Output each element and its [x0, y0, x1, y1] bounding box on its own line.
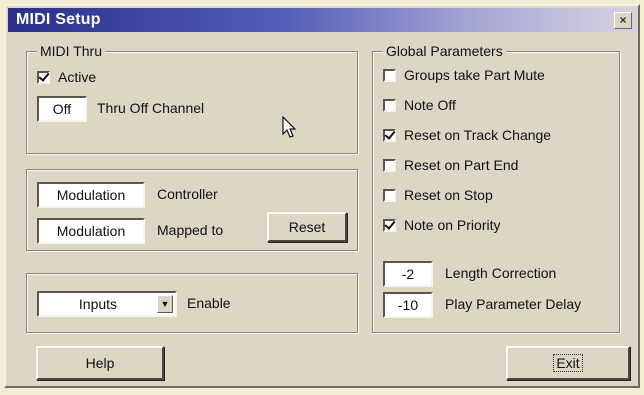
- play-parameter-delay-field[interactable]: -10: [383, 292, 433, 318]
- active-checkbox[interactable]: [37, 70, 50, 84]
- dropdown-arrow-icon[interactable]: ▼: [157, 295, 173, 313]
- global-option-checkbox[interactable]: [383, 158, 396, 172]
- mapped-to-field[interactable]: Modulation: [37, 218, 145, 244]
- global-parameters-group: Global Parameters Groups take Part Mute N…: [372, 43, 620, 333]
- controller-group: Modulation Controller Modulation Mapped …: [26, 169, 358, 251]
- global-option-checkbox[interactable]: [383, 98, 396, 112]
- global-option-row[interactable]: Note on Priority: [383, 214, 500, 236]
- mapped-to-label: Mapped to: [157, 222, 224, 238]
- global-option-label: Groups take Part Mute: [404, 67, 545, 83]
- inputs-selected: Inputs: [78, 296, 118, 312]
- exit-button[interactable]: Exit: [506, 346, 630, 380]
- reset-button[interactable]: Reset: [267, 212, 347, 242]
- global-option-checkbox[interactable]: [383, 128, 396, 142]
- close-icon[interactable]: ×: [614, 12, 632, 29]
- global-option-label: Note Off: [404, 97, 456, 113]
- global-option-row[interactable]: Groups take Part Mute: [383, 64, 545, 86]
- help-button[interactable]: Help: [36, 346, 164, 380]
- length-correction-field[interactable]: -2: [383, 261, 433, 287]
- play-parameter-delay-label: Play Parameter Delay: [445, 296, 582, 312]
- midi-setup-dialog: MIDI Setup × MIDI Thru Active Off Thru O…: [4, 4, 640, 388]
- active-checkbox-row[interactable]: Active: [37, 66, 96, 88]
- active-label: Active: [58, 69, 97, 85]
- global-option-row[interactable]: Reset on Part End: [383, 154, 518, 176]
- inputs-group: Inputs ▼ Enable: [26, 273, 358, 333]
- mouse-pointer-icon: [282, 116, 297, 138]
- global-option-checkbox[interactable]: [383, 68, 396, 82]
- inputs-dropdown[interactable]: Inputs ▼: [37, 291, 177, 317]
- global-parameters-legend: Global Parameters: [383, 43, 506, 59]
- global-option-checkbox[interactable]: [383, 218, 396, 232]
- enable-label: Enable: [187, 295, 231, 311]
- global-option-row[interactable]: Reset on Track Change: [383, 124, 551, 146]
- length-correction-label: Length Correction: [445, 265, 557, 281]
- global-option-row[interactable]: Reset on Stop: [383, 184, 493, 206]
- thru-off-channel-label: Thru Off Channel: [97, 100, 205, 116]
- global-option-label: Reset on Part End: [404, 157, 519, 173]
- window-title: MIDI Setup: [16, 11, 101, 28]
- exit-label: Exit: [553, 354, 583, 372]
- controller-field[interactable]: Modulation: [37, 182, 145, 208]
- global-option-row[interactable]: Note Off: [383, 94, 456, 116]
- title-bar[interactable]: MIDI Setup ×: [8, 8, 636, 32]
- global-option-label: Reset on Track Change: [404, 127, 552, 143]
- global-option-label: Reset on Stop: [404, 187, 493, 203]
- midi-thru-legend: MIDI Thru: [37, 43, 105, 59]
- thru-off-channel-field[interactable]: Off: [37, 96, 87, 122]
- global-option-label: Note on Priority: [404, 217, 501, 233]
- controller-label: Controller: [157, 186, 218, 202]
- global-option-checkbox[interactable]: [383, 188, 396, 202]
- midi-thru-group: MIDI Thru Active Off Thru Off Channel: [26, 43, 358, 154]
